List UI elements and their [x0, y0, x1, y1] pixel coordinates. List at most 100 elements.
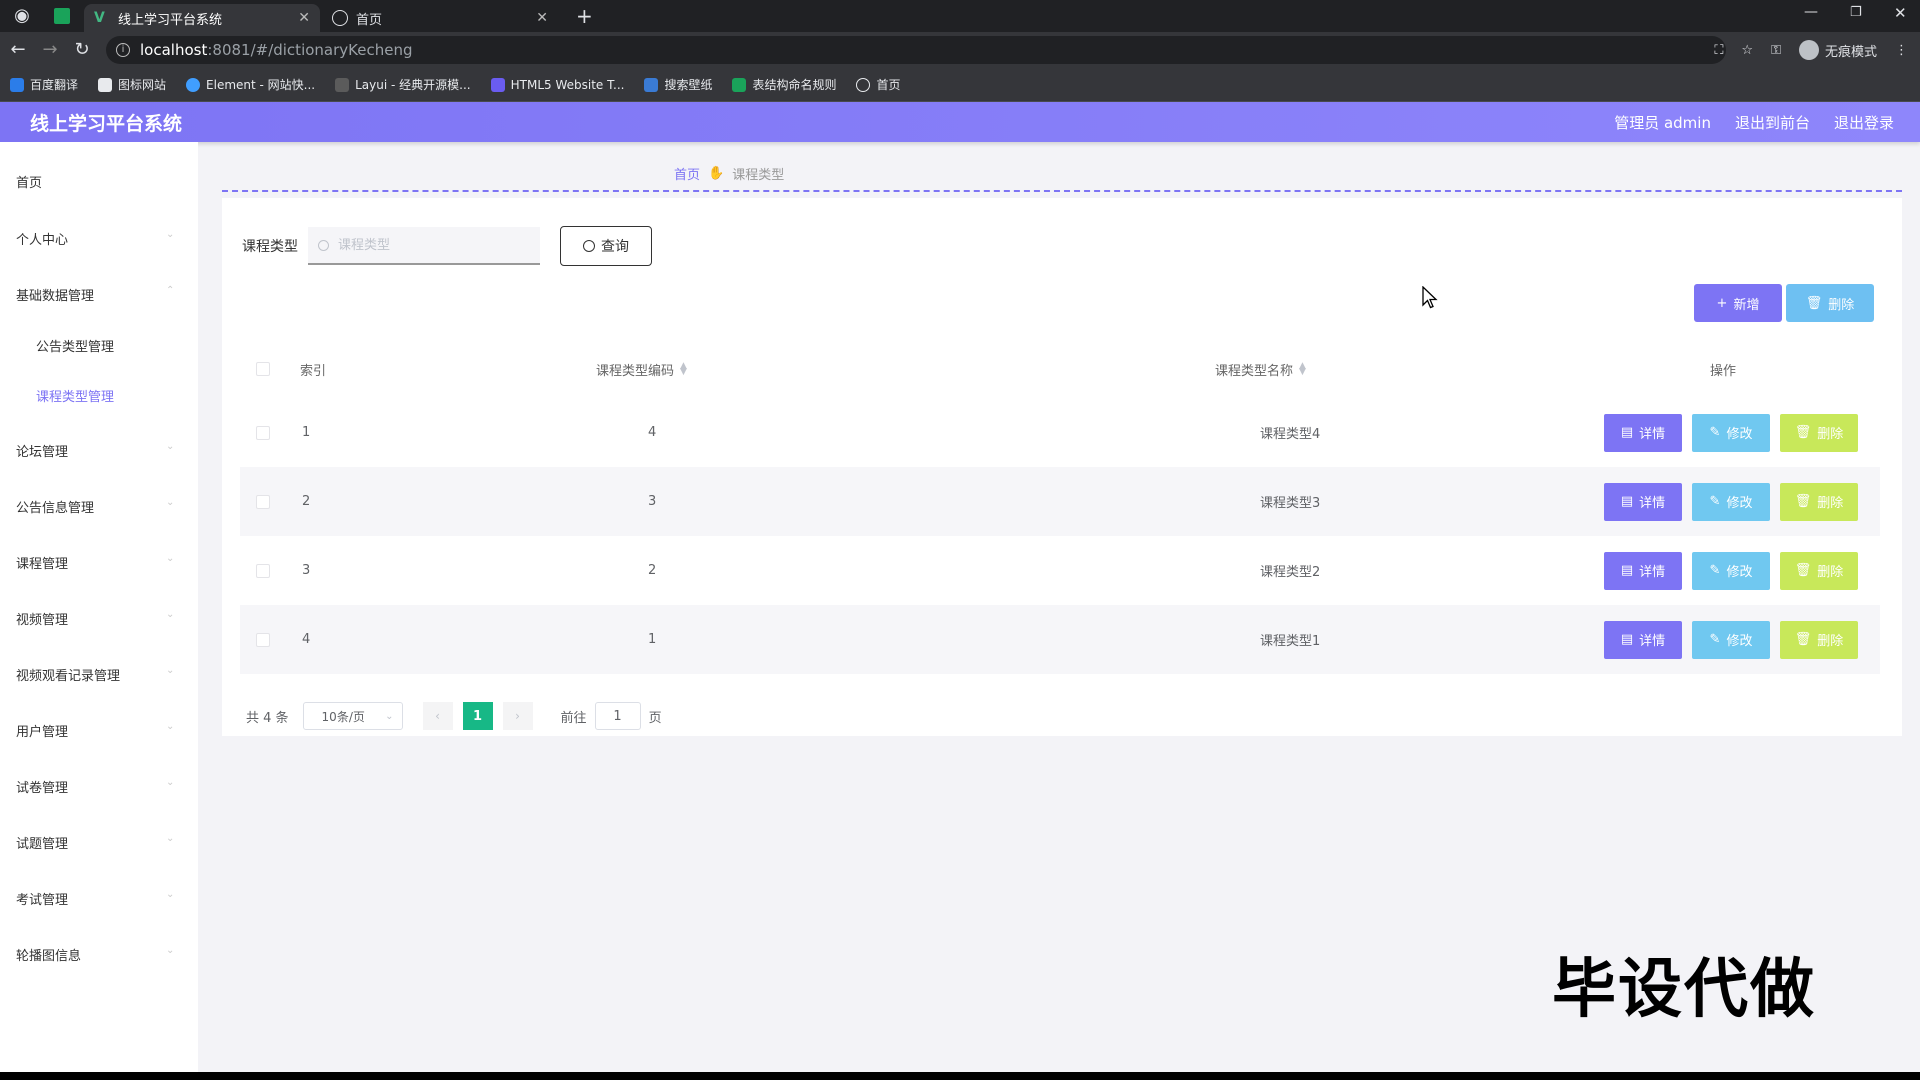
- logout-link[interactable]: 退出登录: [1834, 112, 1894, 133]
- sidebar-item-forum[interactable]: 论坛管理 ⌄: [16, 441, 174, 460]
- detail-label: 详情: [1639, 496, 1666, 511]
- sidebar-item-profile[interactable]: 个人中心 ⌄: [16, 229, 174, 248]
- incognito-indicator[interactable]: 无痕模式: [1798, 40, 1877, 60]
- name-cell: 课程类型2: [1260, 565, 1321, 580]
- extension-icon[interactable]: [54, 8, 70, 24]
- delete-button[interactable]: 🗑 删除: [1780, 413, 1858, 452]
- prev-page-button[interactable]: ‹: [422, 702, 453, 730]
- sidebar-item-watch-record[interactable]: 视频观看记录管理 ⌄: [16, 665, 174, 684]
- delete-button[interactable]: 🗑 删除: [1780, 620, 1858, 659]
- close-icon[interactable]: ✕: [536, 10, 548, 26]
- edit-button[interactable]: ✎ 修改: [1692, 620, 1770, 659]
- sidebar-item-course-type[interactable]: 课程类型管理: [36, 386, 114, 405]
- forward-icon[interactable]: →: [40, 40, 60, 60]
- sidebar-item-question[interactable]: 试题管理 ⌄: [16, 833, 174, 852]
- bookmark[interactable]: 图标网站: [98, 76, 166, 93]
- close-icon[interactable]: ✕: [298, 10, 310, 26]
- row-checkbox[interactable]: [256, 494, 270, 509]
- name-cell: 课程类型4: [1260, 427, 1321, 442]
- next-page-button[interactable]: ›: [502, 702, 533, 730]
- row-actions: ▤ 详情 ✎ 修改 🗑 删除: [1604, 398, 1858, 467]
- sort-icon[interactable]: ▲ ▼: [680, 362, 687, 377]
- bookmark[interactable]: Layui - 经典开源模...: [335, 76, 471, 93]
- row-checkbox[interactable]: [256, 425, 270, 440]
- search-input[interactable]: 课程类型: [308, 227, 540, 265]
- page-size-select[interactable]: 10条/页 ⌄: [302, 702, 403, 730]
- action-buttons: + 新增 🗑 删除: [1694, 284, 1874, 322]
- close-window-button[interactable]: ✕: [1894, 4, 1907, 22]
- address-bar[interactable]: i localhost:8081/#/dictionaryKecheng: [106, 36, 1726, 64]
- detail-button[interactable]: ▤ 详情: [1604, 551, 1682, 590]
- add-button[interactable]: + 新增: [1694, 284, 1782, 322]
- bookmark[interactable]: HTML5 Website T...: [490, 77, 624, 92]
- row-checkbox[interactable]: [256, 563, 270, 578]
- divider: [222, 190, 1902, 192]
- minimize-button[interactable]: —: [1804, 4, 1818, 20]
- tab-home[interactable]: 首页 ✕: [322, 4, 558, 32]
- edit-label: 修改: [1726, 496, 1753, 511]
- table-row: 3 2 课程类型2 ▤ 详情 ✎ 修改 🗑 删除: [240, 536, 1880, 605]
- sidebar-item-course[interactable]: 课程管理 ⌄: [16, 553, 174, 572]
- detail-button[interactable]: ▤ 详情: [1604, 482, 1682, 521]
- delete-button[interactable]: 🗑 删除: [1780, 482, 1858, 521]
- sidebar-item-carousel[interactable]: 轮播图信息 ⌄: [16, 945, 174, 964]
- key-icon[interactable]: ⚿: [1771, 43, 1781, 58]
- delete-label: 删除: [1817, 427, 1844, 442]
- sidebar-item-paper[interactable]: 试卷管理 ⌄: [16, 777, 174, 796]
- sidebar-item-label: 考试管理: [16, 893, 69, 908]
- more-icon[interactable]: ⋮: [1895, 43, 1908, 58]
- info-icon[interactable]: i: [116, 43, 130, 57]
- table-header: 索引 课程类型编码 ▲ ▼ 课程类型名称 ▲ ▼ 操作: [240, 340, 1880, 398]
- sidebar-item-home[interactable]: 首页: [16, 172, 42, 191]
- sidebar-item-users[interactable]: 用户管理 ⌄: [16, 721, 174, 740]
- row-checkbox[interactable]: [256, 632, 270, 647]
- column-header: 操作: [1710, 340, 1736, 398]
- checkbox[interactable]: [256, 362, 270, 376]
- translate-icon[interactable]: ⛶: [1714, 43, 1723, 58]
- sidebar-item-notice[interactable]: 公告信息管理 ⌄: [16, 497, 174, 516]
- breadcrumb-home[interactable]: 首页: [674, 164, 700, 183]
- app-title: 线上学习平台系统: [30, 112, 183, 135]
- sort-icon[interactable]: ▲ ▼: [1299, 362, 1306, 377]
- select-all-checkbox[interactable]: [256, 340, 270, 398]
- sidebar-item-exam[interactable]: 考试管理 ⌄: [16, 889, 174, 908]
- delete-button[interactable]: 🗑 删除: [1780, 551, 1858, 590]
- star-icon[interactable]: ☆: [1741, 43, 1753, 58]
- sidebar-item-basic-data[interactable]: 基础数据管理 ⌃: [16, 285, 174, 304]
- data-table: 索引 课程类型编码 ▲ ▼ 课程类型名称 ▲ ▼ 操作 1 4 课程类型4 ▤ 详情 ✎ 修…: [240, 340, 1880, 674]
- bookmark[interactable]: 搜索壁纸: [644, 76, 712, 93]
- browser-menu-icon[interactable]: ◉: [12, 6, 32, 26]
- bookmark[interactable]: Element - 网站快...: [186, 76, 315, 93]
- sidebar-item-video[interactable]: 视频管理 ⌄: [16, 609, 174, 628]
- query-button[interactable]: 查询: [560, 226, 652, 266]
- code-cell: 2: [648, 563, 657, 578]
- sidebar-item-label: 视频管理: [16, 613, 69, 628]
- tab-title: 线上学习平台系统: [118, 12, 223, 28]
- bookmark[interactable]: 首页: [856, 76, 901, 93]
- bookmark-label: Layui - 经典开源模...: [355, 78, 471, 92]
- back-icon[interactable]: ←: [8, 40, 28, 60]
- delete-label: 删除: [1828, 297, 1855, 313]
- page-number-current[interactable]: 1: [462, 702, 493, 730]
- edit-button[interactable]: ✎ 修改: [1692, 482, 1770, 521]
- header-actions: 管理员 admin 退出到前台 退出登录: [1614, 112, 1894, 133]
- edit-button[interactable]: ✎ 修改: [1692, 413, 1770, 452]
- batch-delete-button[interactable]: 🗑 删除: [1786, 284, 1874, 322]
- bookmark[interactable]: 百度翻译: [10, 76, 78, 93]
- restore-button[interactable]: ❐: [1850, 5, 1862, 20]
- exit-to-front-link[interactable]: 退出到前台: [1735, 112, 1810, 133]
- column-header[interactable]: 课程类型编码 ▲ ▼: [596, 340, 687, 398]
- sidebar-item-notice-type[interactable]: 公告类型管理: [36, 336, 114, 355]
- bookmark[interactable]: 表结构命名规则: [732, 76, 836, 93]
- column-header[interactable]: 课程类型名称 ▲ ▼: [1215, 340, 1306, 398]
- detail-button[interactable]: ▤ 详情: [1604, 413, 1682, 452]
- new-tab-button[interactable]: +: [576, 4, 593, 28]
- add-label: 新增: [1733, 297, 1760, 313]
- goto-page-input[interactable]: 1: [594, 702, 641, 730]
- reload-icon[interactable]: ↻: [72, 40, 92, 60]
- tab-active[interactable]: V 线上学习平台系统 ✕: [84, 4, 320, 32]
- chevron-down-icon: ⌄: [166, 497, 175, 508]
- edit-button[interactable]: ✎ 修改: [1692, 551, 1770, 590]
- detail-button[interactable]: ▤ 详情: [1604, 620, 1682, 659]
- bookmark-label: Element - 网站快...: [206, 78, 316, 92]
